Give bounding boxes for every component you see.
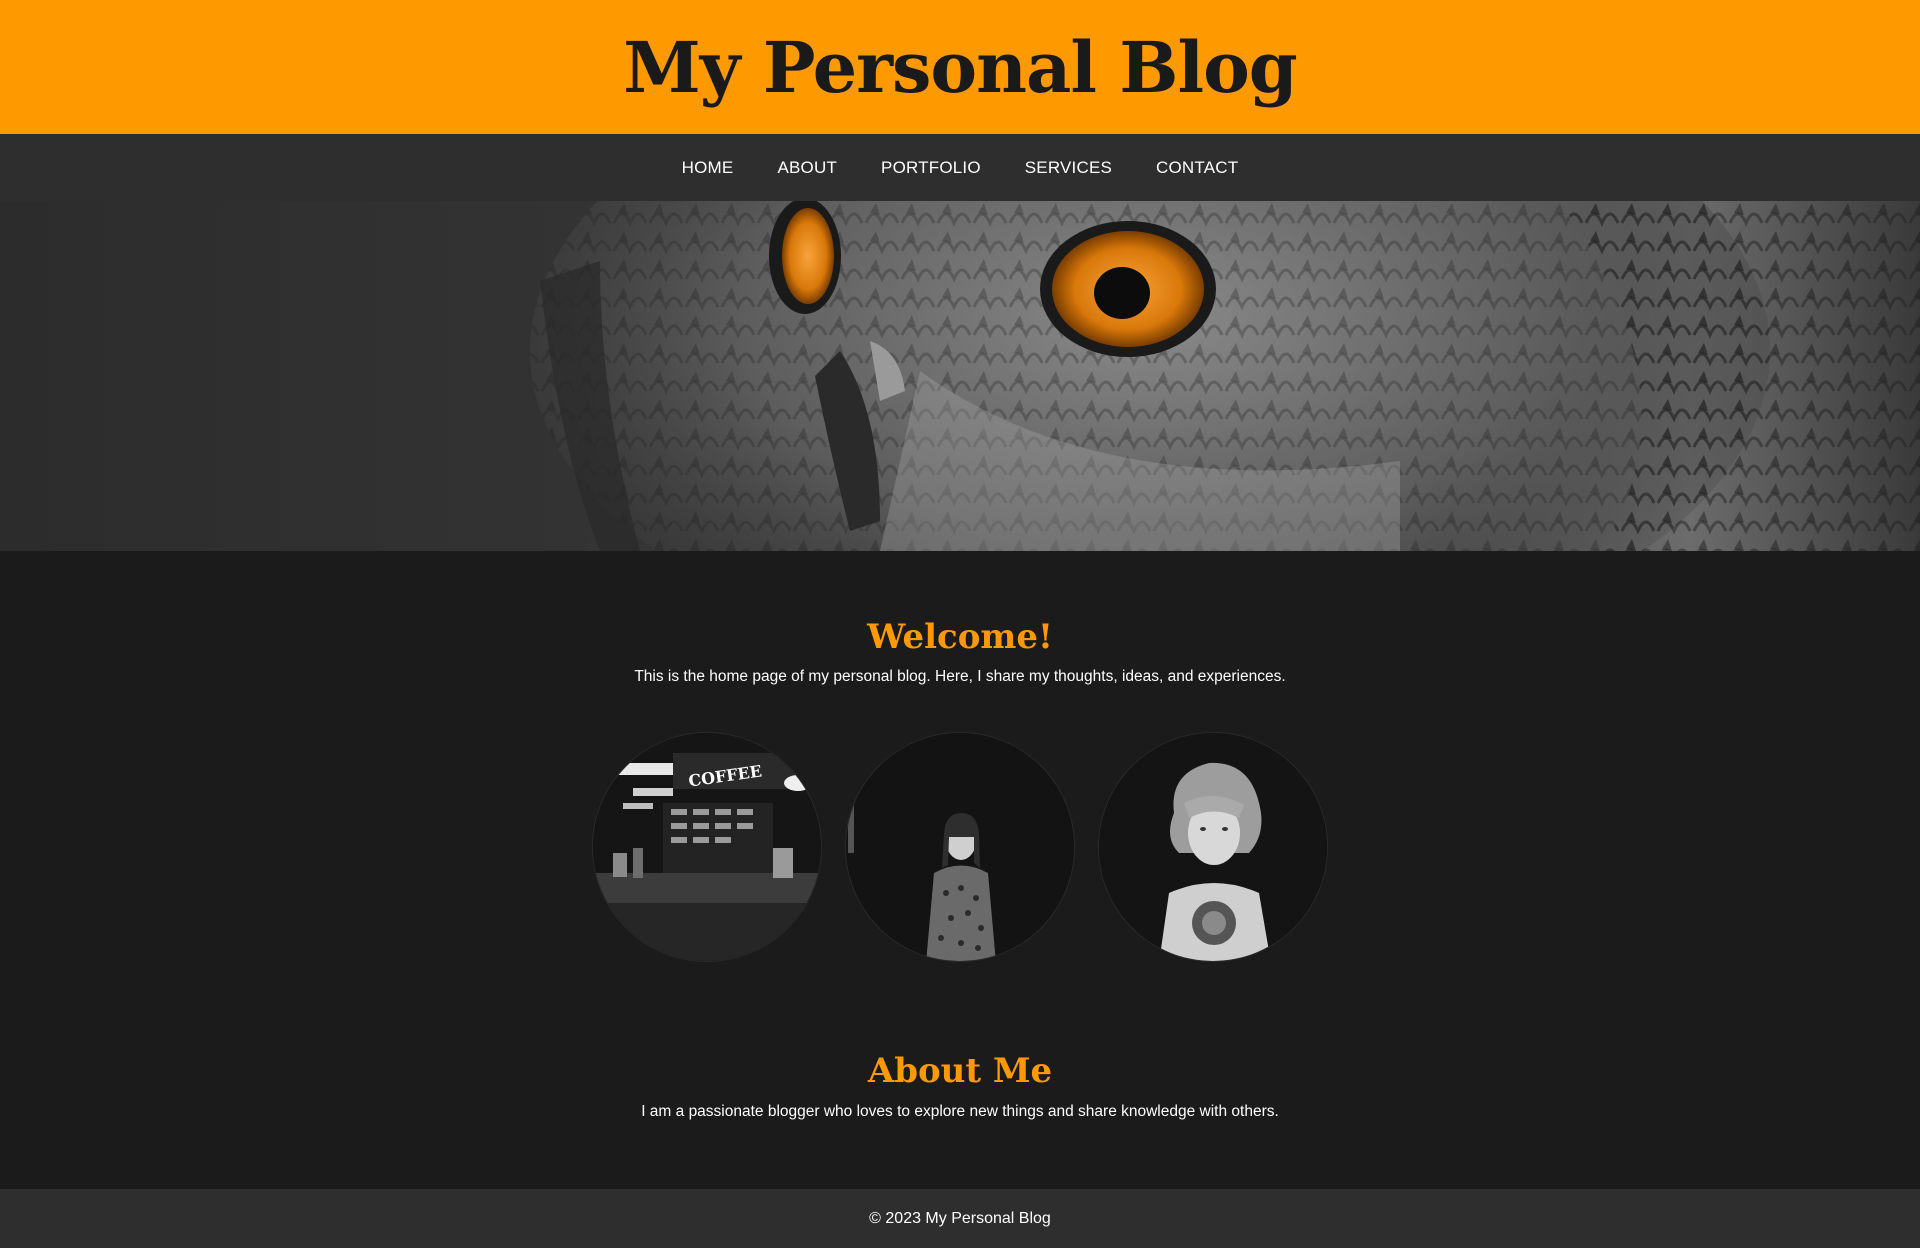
- nav-item-portfolio[interactable]: PORTFOLIO: [881, 158, 981, 178]
- nav-item-home[interactable]: HOME: [682, 158, 734, 178]
- man-portrait-image: [1099, 733, 1327, 961]
- gallery-image-woman-portrait[interactable]: [845, 732, 1075, 962]
- footer-copyright: © 2023 My Personal Blog: [869, 1209, 1051, 1227]
- coffee-shop-image: COFFEE: [593, 733, 821, 961]
- site-footer: © 2023 My Personal Blog: [0, 1189, 1920, 1248]
- site-title: My Personal Blog: [623, 25, 1297, 109]
- image-gallery: COFFEE: [592, 732, 1328, 962]
- owl-hero-image: [530, 201, 1920, 551]
- site-header: My Personal Blog: [0, 0, 1920, 134]
- nav-item-contact[interactable]: CONTACT: [1156, 158, 1238, 178]
- gallery-image-man-portrait[interactable]: [1098, 732, 1328, 962]
- main-content: Welcome! This is the home page of my per…: [0, 551, 1920, 1189]
- about-text: I am a passionate blogger who loves to e…: [641, 1103, 1279, 1120]
- nav-item-services[interactable]: SERVICES: [1025, 158, 1112, 178]
- welcome-heading: Welcome!: [867, 617, 1053, 657]
- gallery-image-coffee-shop[interactable]: COFFEE: [592, 732, 822, 962]
- hero-banner: [0, 201, 1920, 551]
- main-nav: HOME ABOUT PORTFOLIO SERVICES CONTACT: [0, 134, 1920, 201]
- woman-portrait-image: [846, 733, 1074, 961]
- nav-item-about[interactable]: ABOUT: [777, 158, 837, 178]
- welcome-text: This is the home page of my personal blo…: [634, 668, 1286, 685]
- about-heading: About Me: [867, 1051, 1053, 1091]
